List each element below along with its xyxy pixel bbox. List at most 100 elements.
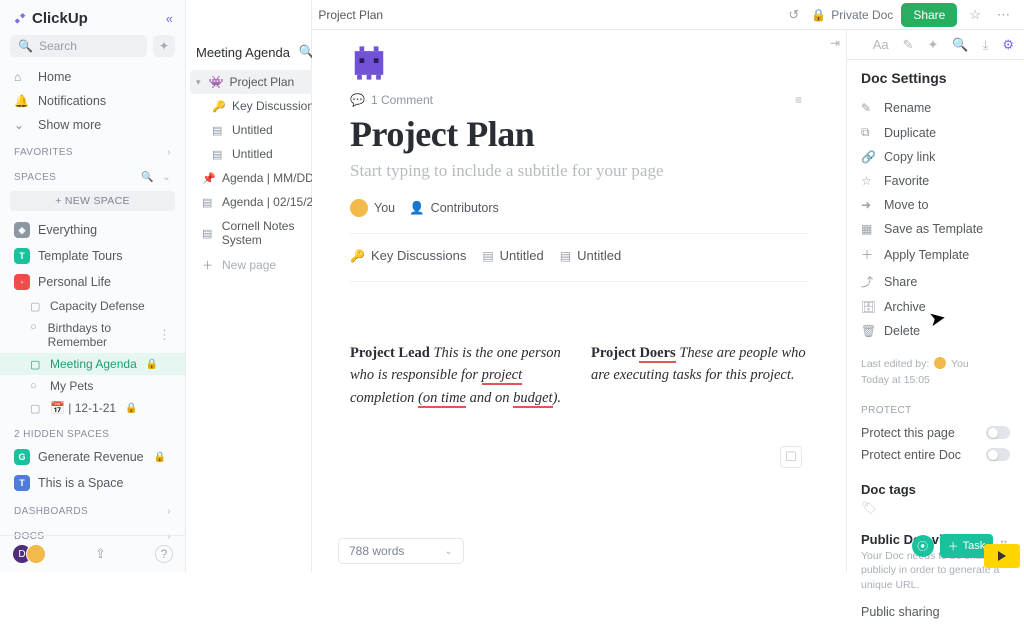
relations-icon[interactable]: ✦ [928,37,939,53]
toc-icon[interactable]: ≡ [795,93,802,107]
spaces-header[interactable]: SPACES🔍⌄ [0,162,185,187]
list-icon: ▢ [30,300,43,313]
doc-body[interactable]: Project Lead This is the one person who … [350,342,808,409]
settings-archive[interactable]: 🗄Archive [861,295,1010,319]
pencil-icon: ✎ [861,101,875,115]
wordcount-dropdown[interactable]: 788 words⌄ [338,538,464,564]
left-sidebar: ClickUp « 🔍 Search ✦ ⌂Home 🔔Notification… [0,0,186,572]
archive-icon: 🗄 [861,300,875,314]
lock-icon: 🔒 [125,403,137,414]
space-personal-life[interactable]: ◦Personal Life [0,269,185,295]
settings-save-template[interactable]: ▦Save as Template [861,217,1010,241]
search-spaces-icon[interactable]: 🔍 [141,172,154,183]
export-icon[interactable]: ⤓ [983,37,989,53]
hidden-spaces-header[interactable]: 2 HIDDEN SPACES [0,419,185,444]
chip-untitled[interactable]: ▤Untitled [482,248,543,263]
nav-show-more[interactable]: ⌄Show more [0,113,185,137]
chevron-down-icon: ⌄ [14,118,28,132]
space-generate-revenue[interactable]: GGenerate Revenue🔒 [0,444,185,470]
share-button[interactable]: Share [901,3,957,27]
author-you[interactable]: You [350,199,395,217]
ai-button[interactable]: ✦ [153,35,175,57]
edit-icon[interactable]: ✎ [903,37,914,53]
settings-delete[interactable]: 🗑Delete [861,319,1010,343]
settings-copy-link[interactable]: 🔗Copy link [861,145,1010,169]
subpage-chips: 🔑Key Discussions ▤Untitled ▤Untitled [350,248,808,282]
page-icon: ▤ [560,249,571,263]
history-icon[interactable]: ↺ [784,7,803,23]
nav-home[interactable]: ⌂Home [0,65,185,89]
chevron-right-icon: › [167,147,171,158]
star-icon[interactable]: ☆ [965,7,985,23]
app-logo[interactable]: ClickUp [12,10,88,27]
add-tag-icon[interactable]: 🏷 [861,501,1010,516]
chevron-down-icon: ⌄ [444,546,452,557]
dashboards-header[interactable]: DASHBOARDS› [0,496,185,521]
gear-icon[interactable]: ⚙ [1002,37,1014,53]
link-icon: 🔗 [861,150,875,164]
settings-duplicate[interactable]: ⧉Duplicate [861,120,1010,145]
plus-icon: ＋ [202,257,216,273]
toggle-off-icon [986,426,1010,439]
protect-doc-toggle[interactable]: Protect entire Doc [861,444,1010,466]
list-date[interactable]: ▢📅 | 12-1-21🔒 [0,397,185,419]
move-icon: ➜ [861,198,875,212]
page-icon: ▤ [212,124,226,137]
list-birthdays[interactable]: ○Birthdays to Remember⋮ [0,317,185,353]
app-name: ClickUp [32,10,88,27]
last-edited-meta: Last edited by: You Today at 15:05 [861,357,1010,389]
search-icon[interactable]: 🔍 [952,37,968,53]
settings-favorite[interactable]: ☆Favorite [861,169,1010,193]
doc-emoji-icon: 👾 [209,75,224,89]
key-icon: 🔑 [350,249,365,263]
space-avatar: G [14,449,30,465]
doc-cover-emoji[interactable] [350,44,388,82]
nav-notifications[interactable]: 🔔Notifications [0,89,185,113]
list-capacity-defense[interactable]: ▢Capacity Defense [0,295,185,317]
more-icon[interactable]: ⋮ [158,327,171,343]
list-my-pets[interactable]: ○My Pets [0,375,185,397]
copy-icon: ⧉ [861,125,875,140]
settings-move-to[interactable]: ➜Move to [861,193,1010,217]
new-space-button[interactable]: + NEW SPACE [10,191,175,211]
global-search[interactable]: 🔍 Search [10,35,147,57]
lock-icon: 🔒 [811,8,826,22]
avatar-icon [350,199,368,217]
invite-icon[interactable]: ⇪ [95,546,106,562]
comment-icon[interactable]: 💬 [350,93,365,107]
more-icon[interactable]: ⋯ [993,7,1014,23]
settings-apply-template[interactable]: ＋Apply Template [861,241,1010,268]
space-template-tours[interactable]: TTemplate Tours [0,243,185,269]
chip-untitled[interactable]: ▤Untitled [560,248,621,263]
trash-icon: 🗑 [861,324,875,338]
home-icon: ⌂ [14,70,28,84]
comment-count[interactable]: 1 Comment [371,93,433,107]
user-avatars[interactable]: D [12,544,46,564]
space-this-is-a-space[interactable]: TThis is a Space [0,470,185,496]
chevron-right-icon: › [167,506,171,517]
video-play-badge[interactable] [984,544,1020,568]
settings-share[interactable]: ⤴Share [861,268,1010,295]
chip-key-discussions[interactable]: 🔑Key Discussions [350,248,466,263]
space-everything[interactable]: ◈Everything [0,217,185,243]
record-button[interactable]: ⦿ [912,535,934,557]
doc-subtitle-placeholder[interactable]: Start typing to include a subtitle for y… [350,161,808,181]
protect-page-toggle[interactable]: Protect this page [861,422,1010,444]
favorites-header[interactable]: FAVORITES› [0,137,185,162]
page-icon: ▤ [482,249,493,263]
doc-title[interactable]: Project Plan [350,113,808,155]
outline-title: Meeting Agenda [196,45,293,60]
doc-meeting-agenda[interactable]: ▢Meeting Agenda🔒 [0,353,185,375]
add-block-button[interactable]: ☐ [780,446,802,468]
breadcrumb-doc[interactable]: Project Plan [318,8,383,22]
settings-rename[interactable]: ✎Rename [861,96,1010,120]
space-avatar: T [14,248,30,264]
dock-icon[interactable]: ⇥ [830,36,840,50]
doc-editor: ⇥ 💬 1 Comment ≡ Project Plan Start typin… [312,30,846,572]
collapse-sidebar-icon[interactable]: « [166,11,173,26]
pin-icon: 📌 [202,172,216,185]
contributors-button[interactable]: 👤Contributors [409,201,499,216]
private-doc-indicator[interactable]: 🔒Private Doc [811,8,893,22]
font-icon[interactable]: Aa [873,37,889,52]
help-icon[interactable]: ? [155,545,173,563]
